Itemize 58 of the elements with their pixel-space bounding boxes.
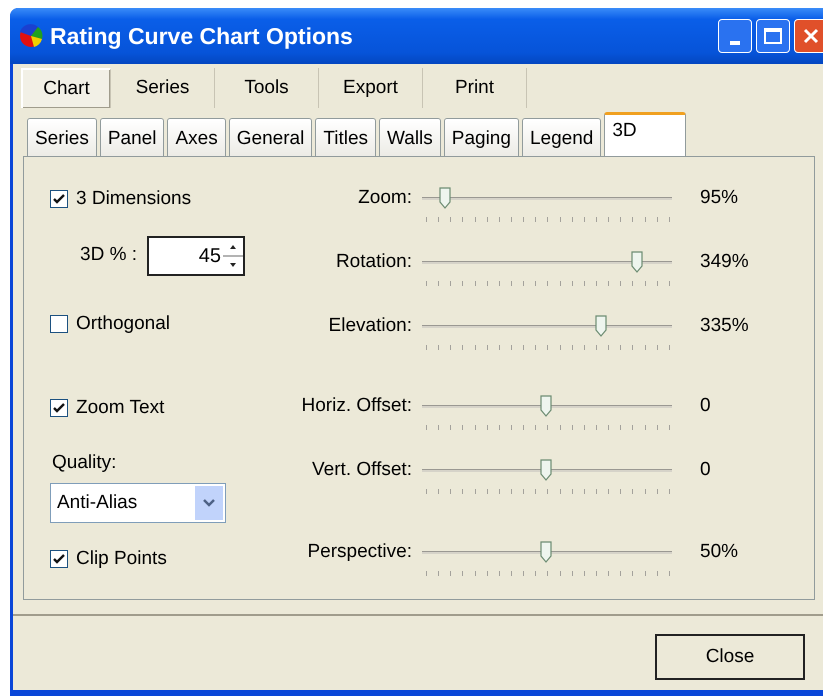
quality-dropdown[interactable]: Anti-Alias bbox=[50, 483, 226, 523]
checkmark-icon bbox=[53, 402, 65, 414]
slider-value: 0 bbox=[700, 459, 711, 481]
checkmark-icon bbox=[53, 193, 65, 206]
tab[interactable]: Tools bbox=[215, 68, 319, 108]
slider-value: 349% bbox=[700, 251, 749, 273]
tab[interactable]: Chart bbox=[21, 68, 111, 108]
quality-label: Quality: bbox=[52, 450, 118, 474]
slider-value: 50% bbox=[700, 541, 738, 563]
maximize-button[interactable] bbox=[756, 19, 790, 53]
slider-label: Vert. Offset: bbox=[312, 459, 412, 481]
close-dialog-button[interactable]: Close bbox=[655, 634, 805, 680]
slider-label: Rotation: bbox=[336, 251, 412, 273]
spin-field[interactable]: 45 bbox=[147, 236, 246, 276]
checkbox-label: Clip Points bbox=[76, 547, 167, 571]
tab[interactable]: Paging bbox=[444, 118, 519, 156]
tab[interactable]: Axes bbox=[167, 118, 226, 156]
app-icon bbox=[18, 24, 44, 48]
tab[interactable]: Print bbox=[423, 68, 527, 108]
slider-label: Elevation: bbox=[328, 315, 412, 337]
close-icon bbox=[802, 27, 820, 45]
minimize-icon bbox=[730, 41, 740, 45]
slider-thumb[interactable] bbox=[439, 187, 452, 209]
tab[interactable]: Panel bbox=[100, 118, 164, 156]
checkbox-label: Zoom Text bbox=[76, 396, 164, 420]
percent-label: 3D % : bbox=[80, 243, 138, 268]
slider-value: 0 bbox=[700, 395, 711, 417]
slider-thumb[interactable] bbox=[540, 541, 552, 563]
slider-label: Perspective: bbox=[307, 541, 412, 563]
slider-value: 95% bbox=[700, 187, 738, 209]
tab[interactable]: Walls bbox=[379, 118, 441, 156]
checkbox[interactable] bbox=[50, 550, 68, 568]
tab[interactable]: Titles bbox=[315, 118, 376, 156]
checkbox[interactable] bbox=[50, 399, 68, 418]
slider-value: 335% bbox=[700, 315, 749, 337]
slider-thumb[interactable] bbox=[630, 251, 643, 273]
tab[interactable]: Legend bbox=[522, 118, 602, 156]
slider-thumb[interactable] bbox=[540, 459, 552, 481]
slider-thumb[interactable] bbox=[595, 315, 608, 337]
checkbox[interactable] bbox=[50, 190, 68, 208]
checkbox-label: 3 Dimensions bbox=[76, 187, 192, 211]
checkmark-icon bbox=[53, 553, 65, 566]
checkbox-label: Orthogonal bbox=[76, 312, 170, 336]
close-button[interactable] bbox=[794, 19, 823, 53]
tab[interactable]: Series bbox=[27, 118, 97, 156]
chevron-down-icon[interactable] bbox=[195, 486, 223, 520]
checkbox[interactable] bbox=[50, 314, 68, 333]
chevron-glyph-icon bbox=[203, 499, 215, 507]
tab[interactable]: Series bbox=[111, 68, 215, 108]
slider-thumb[interactable] bbox=[540, 395, 552, 417]
window-title: Rating Curve Chart Options bbox=[50, 22, 353, 51]
slider-label: Zoom: bbox=[358, 187, 412, 209]
tab[interactable]: 3D bbox=[604, 112, 686, 156]
maximize-icon bbox=[764, 28, 782, 44]
tab[interactable]: Export bbox=[319, 68, 423, 108]
tab[interactable]: General bbox=[228, 118, 312, 156]
slider-label: Horiz. Offset: bbox=[301, 395, 412, 417]
minimize-button[interactable] bbox=[718, 19, 752, 53]
